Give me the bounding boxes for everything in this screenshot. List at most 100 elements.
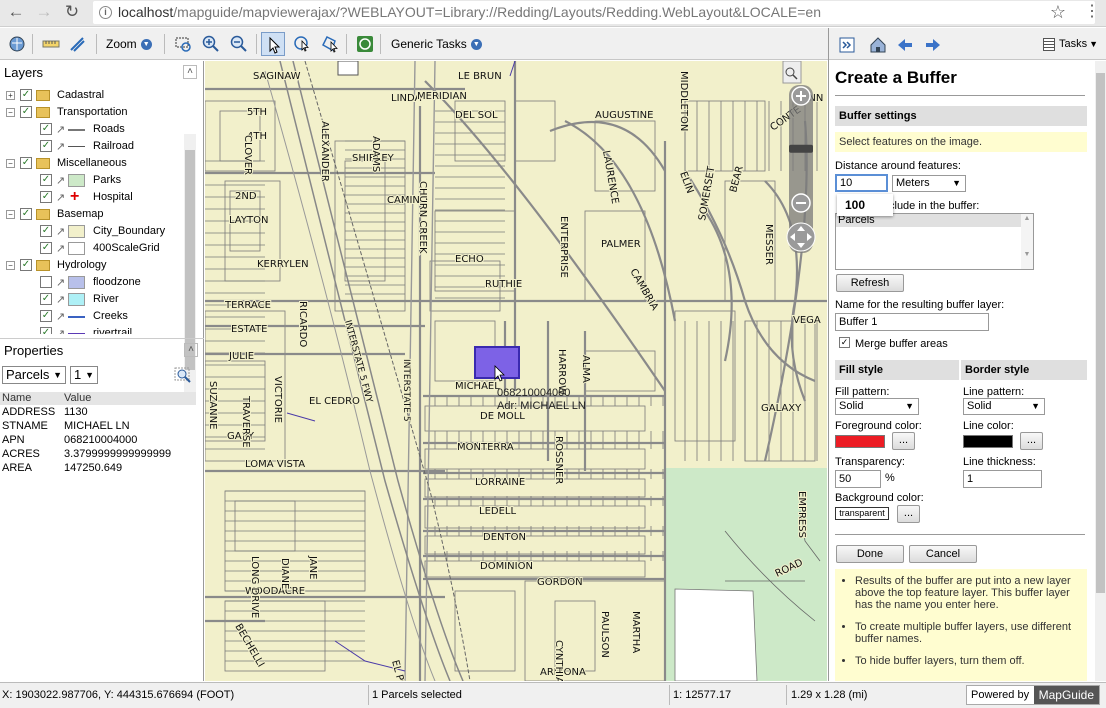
- generic-tasks-menu[interactable]: Generic Tasks ▼: [391, 35, 482, 53]
- autocomplete-dropdown[interactable]: 100: [837, 194, 893, 216]
- zoom-in-icon[interactable]: [202, 35, 220, 53]
- expand-toggle-icon[interactable]: +: [6, 91, 15, 100]
- layer-checkbox[interactable]: ✓: [40, 327, 52, 334]
- back-arrow-icon[interactable]: [897, 37, 913, 53]
- layer-checkbox[interactable]: ✓: [40, 225, 52, 237]
- expand-toggle-icon[interactable]: −: [6, 159, 15, 168]
- layer-item-400scalegrid[interactable]: ✓ ↗ 400ScaleGrid: [0, 240, 196, 257]
- layer-item-railroad[interactable]: ✓ ↗ Railroad: [0, 138, 196, 155]
- layer-checkbox[interactable]: ✓: [20, 106, 32, 118]
- layer-item-hydrology[interactable]: − ✓ Hydrology: [0, 257, 196, 274]
- layer-item-miscellaneous[interactable]: − ✓ Miscellaneous: [0, 155, 196, 172]
- address-bar[interactable]: i localhost/mapguide/mapviewerajax/?WEBL…: [93, 1, 1095, 24]
- bookmark-star-icon[interactable]: ☆: [1046, 0, 1070, 26]
- zoom-to-selection-icon[interactable]: [174, 366, 192, 384]
- reload-icon[interactable]: ↻: [60, 0, 84, 26]
- cancel-button[interactable]: Cancel: [909, 545, 977, 563]
- street-label: LONG DRIVE: [249, 556, 260, 618]
- menu-icon[interactable]: ⋮: [1080, 0, 1104, 26]
- layer-checkbox[interactable]: ✓: [40, 242, 52, 254]
- layer-item-parks[interactable]: ✓ ↗ Parks: [0, 172, 196, 189]
- zoom-menu[interactable]: Zoom ▼: [106, 35, 152, 53]
- layer-checkbox[interactable]: ✓: [40, 140, 52, 152]
- street-label: EL CEDRO: [309, 396, 360, 407]
- feature-tooltip: 068210004000 Adr: MICHAEL LN: [497, 387, 586, 412]
- units-select[interactable]: Meters ▼: [892, 175, 966, 192]
- measure-icon[interactable]: [42, 35, 60, 53]
- map-overview-icon[interactable]: [8, 35, 26, 53]
- layer-item-city-boundary[interactable]: ✓ ↗ City_Boundary: [0, 223, 196, 240]
- select-arrow-icon: ↗: [56, 277, 66, 289]
- navigation-control[interactable]: [782, 61, 816, 253]
- zoom-out-icon[interactable]: [230, 35, 248, 53]
- layer-checkbox[interactable]: ✓: [40, 191, 52, 203]
- layer-checkbox[interactable]: ✓: [40, 123, 52, 135]
- property-value: MICHAEL LN: [64, 420, 130, 432]
- layer-checkbox[interactable]: ✓: [40, 293, 52, 305]
- done-button[interactable]: Done: [836, 545, 904, 563]
- layer-checkbox[interactable]: ✓: [20, 208, 32, 220]
- layer-select[interactable]: Parcels ▼: [2, 366, 66, 384]
- info-icon[interactable]: i: [99, 6, 112, 19]
- line-color-picker-button[interactable]: ...: [1020, 432, 1043, 450]
- fill-pattern-select[interactable]: Solid ▼: [835, 398, 919, 415]
- collapse-icon[interactable]: ˄: [184, 343, 198, 357]
- select-radius-icon[interactable]: [293, 35, 311, 53]
- layer-item-hospital[interactable]: ✓ ↗ + Hospital: [0, 188, 196, 206]
- map-canvas[interactable]: SAGINAW LE BRUNAUGUSTINE5TH4THDEL SOLLIND…: [205, 61, 827, 681]
- layer-checkbox[interactable]: ✓: [40, 174, 52, 186]
- line-pattern-select[interactable]: Solid ▼: [963, 398, 1045, 415]
- brand-logo: MapGuide: [1033, 686, 1099, 704]
- zoom-rectangle-icon[interactable]: [174, 35, 192, 53]
- home-icon[interactable]: [869, 36, 887, 54]
- task-scrollbar[interactable]: [1095, 61, 1106, 681]
- layer-checkbox[interactable]: ✓: [40, 310, 52, 322]
- distance-label: Distance around features:: [835, 160, 961, 172]
- distance-input[interactable]: 10: [835, 174, 888, 192]
- fill-pattern-label: Fill pattern:: [835, 386, 890, 398]
- transparency-input[interactable]: 50: [835, 470, 881, 488]
- zoom-slider-thumb[interactable]: [789, 144, 813, 153]
- property-value: 068210004000: [64, 434, 138, 446]
- back-icon[interactable]: ←: [4, 0, 28, 26]
- tasks-menu[interactable]: Tasks ▼: [1043, 36, 1098, 52]
- layer-checkbox[interactable]: [40, 276, 52, 288]
- layer-item-river[interactable]: ✓ ↗ River: [0, 291, 196, 308]
- layer-item-creeks[interactable]: ✓ ↗ Creeks: [0, 308, 196, 325]
- select-polygon-icon[interactable]: [321, 35, 339, 53]
- property-row: STNAME MICHAEL LN: [0, 419, 196, 433]
- map-view[interactable]: SAGINAW LE BRUN AUGUSTINE 5TH 4TH DEL SOL LIND…: [205, 61, 827, 681]
- layer-item-basemap[interactable]: − ✓ Basemap: [0, 206, 196, 223]
- expand-toggle-icon[interactable]: −: [6, 108, 15, 117]
- layer-checkbox[interactable]: ✓: [20, 157, 32, 169]
- forward-arrow-icon[interactable]: [925, 37, 941, 53]
- property-row: AREA 147250.649: [0, 461, 196, 475]
- street-label: SAGINAW: [253, 71, 301, 82]
- fg-color-picker-button[interactable]: ...: [892, 432, 915, 450]
- layers-title: Layers: [4, 65, 44, 80]
- layer-checkbox[interactable]: ✓: [20, 89, 32, 101]
- select-tool-button[interactable]: [261, 32, 285, 56]
- layer-checkbox[interactable]: ✓: [20, 259, 32, 271]
- street-label: ENTERPRISE: [558, 216, 569, 278]
- layers-listbox[interactable]: Parcels ▲ ▼: [835, 213, 1034, 270]
- merge-checkbox[interactable]: ✓: [839, 337, 850, 348]
- refresh-button[interactable]: Refresh: [836, 274, 904, 292]
- street-label: CLOVER: [242, 135, 253, 175]
- expand-toggle-icon[interactable]: −: [6, 261, 15, 270]
- collapse-icon[interactable]: ˄: [183, 65, 197, 79]
- buffer-icon[interactable]: [68, 35, 86, 53]
- feature-index-select[interactable]: 1 ▼: [70, 366, 98, 384]
- buffer-name-input[interactable]: Buffer 1: [835, 313, 989, 331]
- layer-item-roads[interactable]: ✓ ↗ Roads: [0, 121, 196, 138]
- forward-icon[interactable]: →: [32, 0, 56, 26]
- layer-item-rivertrail[interactable]: ✓ ↗ rivertrail: [0, 325, 196, 334]
- expand-toggle-icon[interactable]: −: [6, 210, 15, 219]
- layer-item-floodzone[interactable]: ↗ floodzone: [0, 274, 196, 291]
- bg-color-picker-button[interactable]: ...: [897, 505, 920, 523]
- collapse-pane-icon[interactable]: [839, 37, 855, 53]
- refresh-map-icon[interactable]: [356, 35, 374, 53]
- layer-item-transportation[interactable]: − ✓ Transportation: [0, 104, 196, 121]
- thickness-input[interactable]: 1: [963, 470, 1042, 488]
- layer-item-cadastral[interactable]: + ✓ Cadastral: [0, 87, 196, 104]
